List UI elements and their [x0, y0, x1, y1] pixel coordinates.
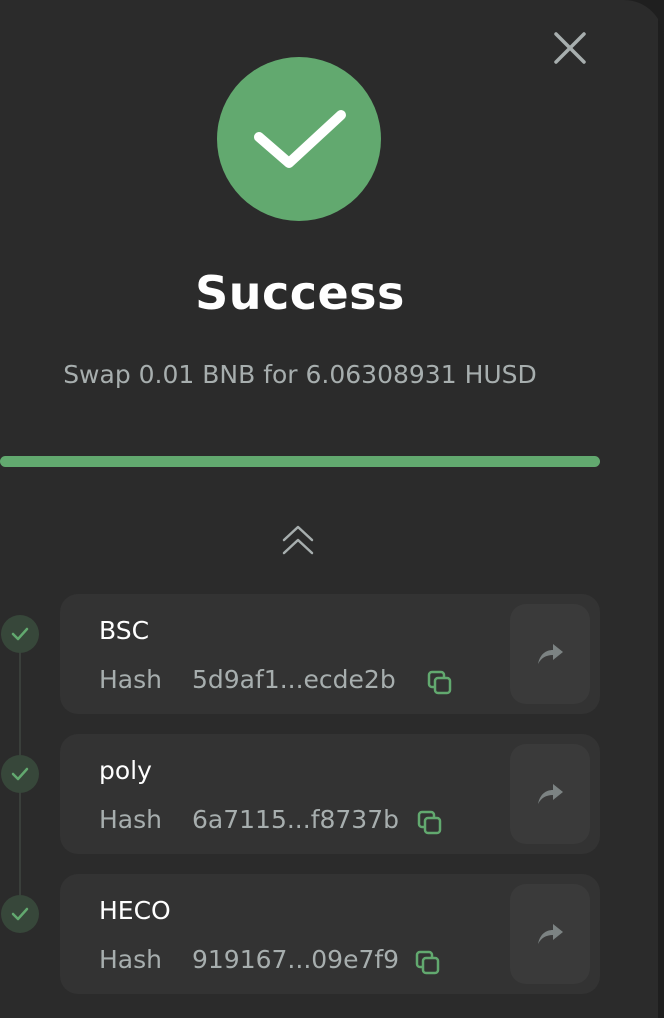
copy-hash-button[interactable] — [416, 809, 444, 837]
double-chevron-up-icon — [282, 525, 314, 555]
check-icon — [11, 907, 29, 921]
check-icon — [11, 767, 29, 781]
progress-fill — [0, 456, 600, 467]
success-badge — [217, 57, 381, 221]
step-card-poly: poly Hash 6a7115...f8737b — [60, 734, 600, 854]
step-card-heco: HECO Hash 919167...09e7f9 — [60, 874, 600, 994]
step-card-bsc: BSC Hash 5d9af1...ecde2b — [60, 594, 600, 714]
copy-icon — [417, 810, 442, 835]
share-arrow-icon — [538, 784, 563, 804]
check-icon — [11, 627, 29, 641]
close-button[interactable] — [550, 28, 590, 68]
chain-name: poly — [99, 756, 152, 785]
tx-hash: 5d9af1...ecde2b — [192, 665, 396, 694]
hash-label: Hash — [99, 945, 162, 974]
share-arrow-icon — [538, 644, 563, 664]
copy-icon — [415, 950, 440, 975]
open-explorer-button[interactable] — [510, 604, 590, 704]
copy-hash-button[interactable] — [426, 669, 454, 697]
swap-summary: Swap 0.01 BNB for 6.06308931 HUSD — [63, 360, 537, 389]
hash-label: Hash — [99, 665, 162, 694]
collapse-details-button[interactable] — [278, 520, 318, 560]
step-status-badge — [1, 755, 39, 793]
hash-label: Hash — [99, 805, 162, 834]
open-explorer-button[interactable] — [510, 884, 590, 984]
chain-name: BSC — [99, 616, 150, 645]
step-status-badge — [1, 615, 39, 653]
open-explorer-button[interactable] — [510, 744, 590, 844]
copy-icon — [427, 670, 452, 695]
dialog-title: Success — [195, 266, 405, 320]
tx-hash: 6a7115...f8737b — [192, 805, 399, 834]
success-dialog: Success Swap 0.01 BNB for 6.06308931 HUS… — [0, 0, 664, 1018]
step-status-badge — [1, 895, 39, 933]
chain-name: HECO — [99, 896, 171, 925]
close-icon — [554, 32, 586, 64]
checkmark-icon — [254, 110, 346, 168]
tx-hash: 919167...09e7f9 — [192, 945, 400, 974]
copy-hash-button[interactable] — [414, 949, 442, 977]
share-arrow-icon — [538, 924, 563, 944]
progress-bar — [0, 456, 600, 467]
dialog-edge — [658, 0, 664, 1018]
